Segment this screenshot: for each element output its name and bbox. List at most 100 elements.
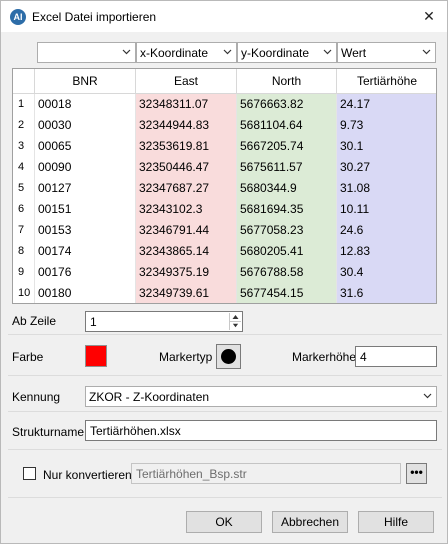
kennung-value: ZKOR - Z-Koordinaten	[89, 390, 210, 404]
table-cell-north[interactable]: 5675611.57	[237, 157, 337, 178]
row-number[interactable]: 3	[13, 136, 35, 157]
browse-button[interactable]: •••	[406, 463, 427, 484]
chevron-down-icon	[122, 49, 131, 55]
row-number[interactable]: 7	[13, 220, 35, 241]
separator	[8, 375, 442, 376]
column-header-east[interactable]: East	[136, 69, 237, 94]
table-cell-tert[interactable]: 30.27	[337, 157, 436, 178]
convert-file-input: Tertiärhöhen_Bsp.str	[131, 463, 401, 484]
table-cell-tert[interactable]: 24.17	[337, 94, 436, 115]
separator	[8, 411, 442, 412]
mapping-combo-tert[interactable]: Wert	[337, 42, 436, 63]
spin-up-icon[interactable]	[230, 313, 241, 321]
table-cell-north[interactable]: 5676788.58	[237, 262, 337, 283]
ab-zeile-spinbox[interactable]: 1	[85, 311, 243, 332]
marker-type-button[interactable]	[216, 344, 241, 369]
table-cell-bnr[interactable]: 00153	[35, 220, 136, 241]
strukturname-input[interactable]: Tertiärhöhen.xlsx	[85, 420, 437, 441]
corner-header	[13, 69, 35, 94]
filled-circle-icon	[221, 349, 236, 364]
markerhoehe-value: 4	[360, 350, 367, 364]
table-cell-north[interactable]: 5676663.82	[237, 94, 337, 115]
row-number[interactable]: 9	[13, 262, 35, 283]
mapping-combo-east[interactable]: x-Koordinate	[136, 42, 237, 63]
kennung-select[interactable]: ZKOR - Z-Koordinaten	[85, 386, 437, 407]
mapping-combo-value: y-Koordinate	[241, 46, 310, 60]
markerhoehe-input[interactable]: 4	[355, 346, 437, 367]
table-cell-bnr[interactable]: 00090	[35, 157, 136, 178]
chevron-down-icon	[223, 49, 232, 55]
table-cell-tert[interactable]: 31.6	[337, 283, 436, 303]
row-number[interactable]: 5	[13, 178, 35, 199]
table-cell-north[interactable]: 5677454.15	[237, 283, 337, 303]
table-cell-north[interactable]: 5677058.23	[237, 220, 337, 241]
ab-zeile-label: Ab Zeile	[12, 314, 57, 328]
markerhoehe-label: Markerhöhe	[292, 350, 357, 364]
row-number[interactable]: 4	[13, 157, 35, 178]
import-dialog: AI Excel Datei importieren ✕ x-Koordinat…	[0, 0, 448, 544]
table-cell-east[interactable]: 32348311.07	[136, 94, 237, 115]
row-number[interactable]: 2	[13, 115, 35, 136]
table-cell-bnr[interactable]: 00065	[35, 136, 136, 157]
table-cell-bnr[interactable]: 00151	[35, 199, 136, 220]
chevron-down-icon	[423, 393, 432, 399]
table-cell-north[interactable]: 5680344.9	[237, 178, 337, 199]
nur-konvertieren-label[interactable]: Nur konvertieren	[43, 468, 132, 482]
spin-buttons	[229, 313, 241, 330]
column-header-bnr[interactable]: BNR	[35, 69, 136, 94]
row-number[interactable]: 10	[13, 283, 35, 303]
ab-zeile-value: 1	[90, 315, 97, 329]
table-cell-east[interactable]: 32350446.47	[136, 157, 237, 178]
table-cell-north[interactable]: 5680205.41	[237, 241, 337, 262]
table-cell-tert[interactable]: 24.6	[337, 220, 436, 241]
table-cell-bnr[interactable]: 00127	[35, 178, 136, 199]
cancel-button[interactable]: Abbrechen	[272, 511, 348, 533]
spin-down-icon[interactable]	[230, 321, 241, 329]
mapping-combo-value: x-Koordinate	[140, 46, 209, 60]
table-cell-north[interactable]: 5681104.64	[237, 115, 337, 136]
table-cell-tert[interactable]: 31.08	[337, 178, 436, 199]
table-cell-tert[interactable]: 10.11	[337, 199, 436, 220]
ok-button[interactable]: OK	[186, 511, 262, 533]
table-cell-east[interactable]: 32343102.3	[136, 199, 237, 220]
separator	[8, 449, 442, 450]
table-cell-east[interactable]: 32343865.14	[136, 241, 237, 262]
row-number[interactable]: 1	[13, 94, 35, 115]
column-header-north[interactable]: North	[237, 69, 337, 94]
chevron-down-icon	[422, 49, 431, 55]
table-cell-east[interactable]: 32344944.83	[136, 115, 237, 136]
table-cell-bnr[interactable]: 00018	[35, 94, 136, 115]
table-cell-tert[interactable]: 9.73	[337, 115, 436, 136]
row-number[interactable]: 8	[13, 241, 35, 262]
window-title: Excel Datei importieren	[32, 10, 157, 24]
app-icon: AI	[10, 9, 26, 25]
preview-table[interactable]: BNR East North Tertiärhöhe 1 00018 3234831…	[12, 68, 437, 304]
color-swatch-button[interactable]	[85, 345, 107, 367]
markertyp-label: Markertyp	[159, 350, 213, 364]
kennung-label: Kennung	[12, 390, 61, 404]
table-cell-bnr[interactable]: 00030	[35, 115, 136, 136]
mapping-combo-bnr[interactable]	[37, 42, 136, 63]
nur-konvertieren-checkbox[interactable]	[23, 467, 36, 480]
table-cell-tert[interactable]: 30.1	[337, 136, 436, 157]
table-cell-east[interactable]: 32346791.44	[136, 220, 237, 241]
table-cell-east[interactable]: 32347687.27	[136, 178, 237, 199]
table-cell-north[interactable]: 5681694.35	[237, 199, 337, 220]
table-cell-east[interactable]: 32353619.81	[136, 136, 237, 157]
table-cell-east[interactable]: 32349739.61	[136, 283, 237, 303]
close-button[interactable]: ✕	[417, 5, 441, 27]
table-cell-tert[interactable]: 12.83	[337, 241, 436, 262]
help-button[interactable]: Hilfe	[358, 511, 434, 533]
chevron-down-icon	[323, 49, 332, 55]
table-cell-bnr[interactable]: 00176	[35, 262, 136, 283]
strukturname-value: Tertiärhöhen.xlsx	[90, 424, 181, 438]
table-cell-tert[interactable]: 30.4	[337, 262, 436, 283]
table-cell-bnr[interactable]: 00180	[35, 283, 136, 303]
table-cell-north[interactable]: 5667205.74	[237, 136, 337, 157]
column-header-tertiaerhoehe[interactable]: Tertiärhöhe	[337, 69, 436, 94]
table-cell-east[interactable]: 32349375.19	[136, 262, 237, 283]
table-cell-bnr[interactable]: 00174	[35, 241, 136, 262]
row-number[interactable]: 6	[13, 199, 35, 220]
farbe-label: Farbe	[12, 350, 44, 364]
mapping-combo-north[interactable]: y-Koordinate	[237, 42, 337, 63]
